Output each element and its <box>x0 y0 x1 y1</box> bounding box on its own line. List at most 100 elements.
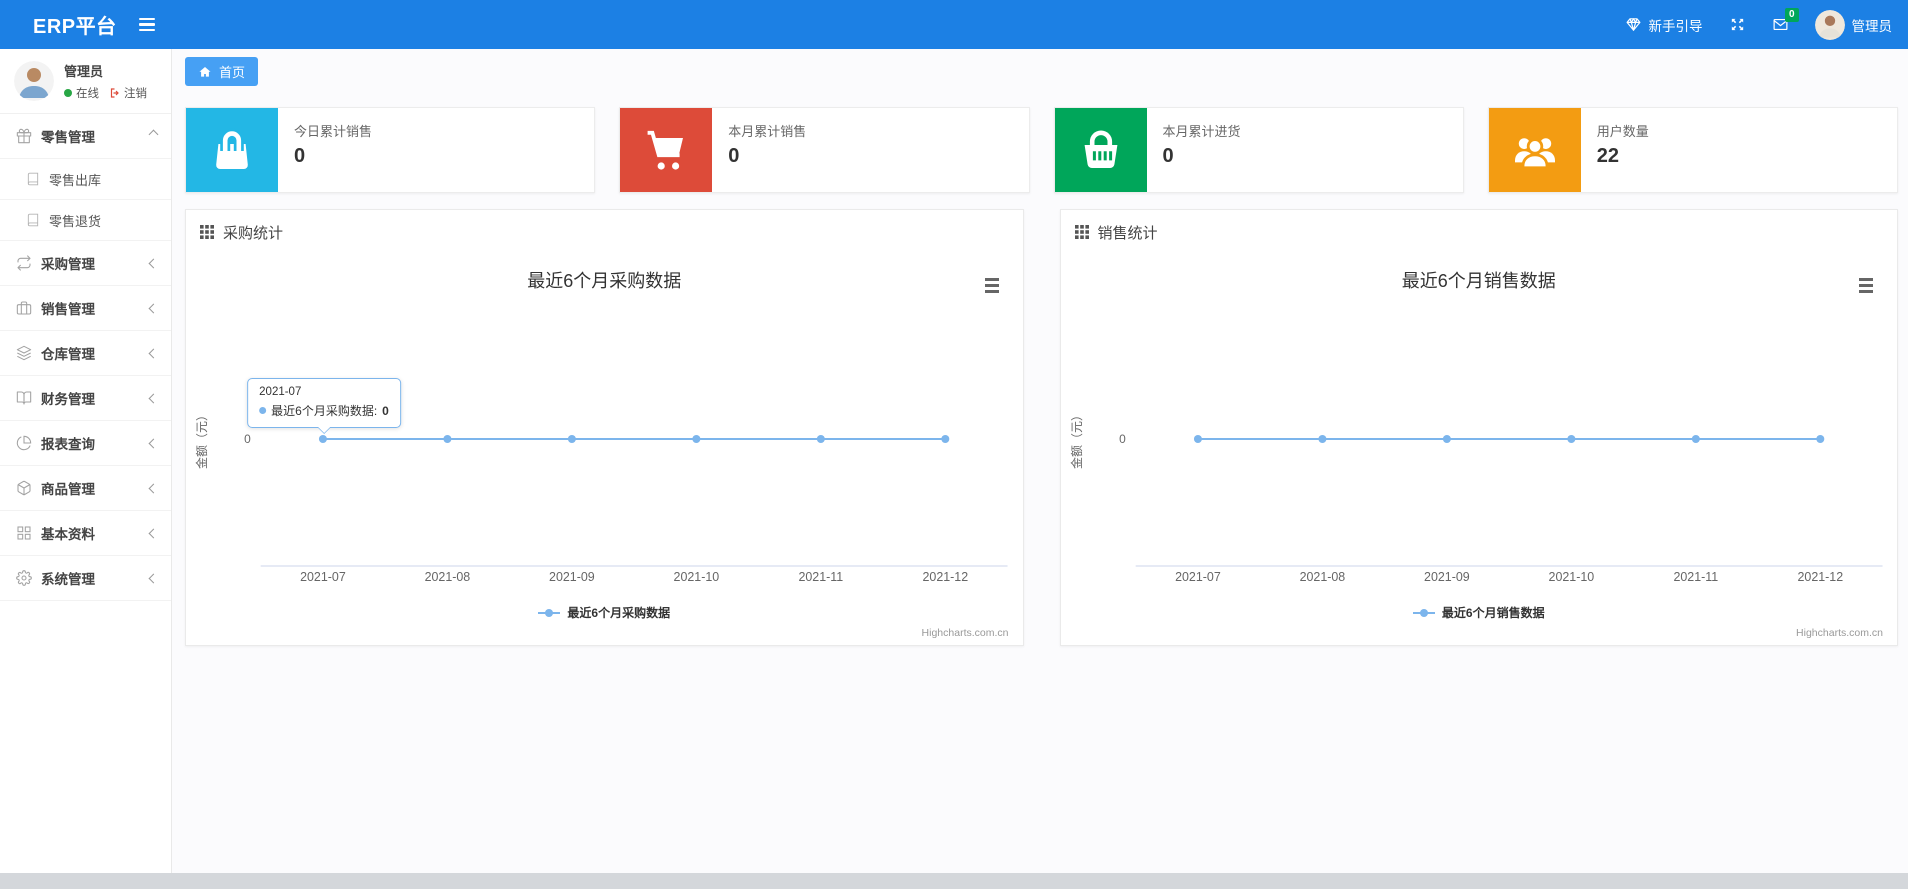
panel-heading: 采购统计 <box>223 224 284 242</box>
svg-text:2021-12: 2021-12 <box>1797 570 1843 584</box>
sign-out-icon <box>110 88 119 98</box>
sidebar-item-warehouse[interactable]: 仓库管理 <box>0 331 171 376</box>
sidebar-item-retail-outbound[interactable]: 零售出库 <box>0 159 171 200</box>
th-grid-icon <box>200 225 214 239</box>
fullscreen-button[interactable] <box>1729 16 1746 33</box>
chart-legend-item[interactable]: 最近6个月采购数据 <box>186 604 1023 621</box>
stat-value: 0 <box>728 145 740 167</box>
profile-name: 管理员 <box>64 64 104 79</box>
sidebar-item-finance[interactable]: 财务管理 <box>0 376 171 421</box>
chart-context-menu-button[interactable] <box>1857 276 1875 295</box>
book-icon <box>27 172 39 186</box>
purchase-chart: 最近6个月采购数据 2021-07 2021-08 2021-09 2021-10 20… <box>186 254 1023 645</box>
svg-text:金额（元）: 金额（元） <box>1068 409 1083 469</box>
content-area: 首页 今日累计销售 0 本月累计销售 0 本月累计进货 0 用户数量 22 采购… <box>172 49 1908 873</box>
stat-label: 用户数量 <box>1596 124 1649 139</box>
stat-cards-row: 今日累计销售 0 本月累计销售 0 本月累计进货 0 用户数量 22 <box>185 107 1898 193</box>
grid-icon <box>17 526 31 540</box>
stat-label: 本月累计销售 <box>728 124 807 139</box>
stat-label: 今日累计销售 <box>294 124 373 139</box>
home-icon <box>199 66 211 77</box>
sales-chart: 最近6个月销售数据 2021-07 2021-08 2021-09 2021-10 20… <box>1061 254 1898 645</box>
logout-link[interactable]: 注销 <box>109 85 147 101</box>
guide-button[interactable]: 新手引导 <box>1625 15 1703 35</box>
chevron-left-icon <box>148 438 159 448</box>
tooltip-date: 2021-07 <box>259 386 302 398</box>
stat-card-month-purchases: 本月累计进货 0 <box>1053 107 1464 193</box>
repeat-icon <box>17 255 31 271</box>
svg-text:2021-09: 2021-09 <box>549 570 595 584</box>
sidebar-item-basic-data[interactable]: 基本资料 <box>0 511 171 556</box>
chart-credits[interactable]: Highcharts.com.cn <box>1796 627 1883 639</box>
sidebar-item-products[interactable]: 商品管理 <box>0 466 171 511</box>
chevron-left-icon <box>148 258 159 268</box>
svg-text:2021-10: 2021-10 <box>1548 570 1594 584</box>
gear-icon <box>16 570 32 586</box>
line-chart-plot: 2021-07 2021-08 2021-09 2021-10 2021-11 2021-… <box>1068 409 1883 584</box>
box-icon <box>17 480 31 496</box>
legend-marker-icon <box>538 608 561 617</box>
series-dot-icon <box>259 407 267 414</box>
messages-count-badge: 0 <box>1784 8 1799 22</box>
pie-chart-icon <box>16 435 32 451</box>
svg-text:金额（元）: 金额（元） <box>194 409 209 469</box>
sidebar-item-purchase[interactable]: 采购管理 <box>0 241 171 286</box>
chevron-left-icon <box>148 348 159 358</box>
sidebar-item-system[interactable]: 系统管理 <box>0 556 171 601</box>
chart-title: 最近6个月采购数据 <box>527 271 682 291</box>
shopping-bag-icon <box>186 108 278 192</box>
tooltip-series-label: 最近6个月采购数据: <box>271 404 378 418</box>
legend-label: 最近6个月采购数据 <box>567 606 671 620</box>
sidebar-profile: 管理员 在线 注销 <box>0 49 171 114</box>
messages-button[interactable]: 0 <box>1772 8 1799 33</box>
charts-row: 采购统计 最近6个月采购数据 2021-07 2021-08 2021-09 2021… <box>185 209 1898 646</box>
sales-stats-panel: 销售统计 最近6个月销售数据 2021-07 2021-08 2021-09 2021… <box>1059 209 1898 646</box>
chart-credits[interactable]: Highcharts.com.cn <box>922 627 1009 639</box>
legend-marker-icon <box>1412 608 1435 617</box>
svg-text:2021-08: 2021-08 <box>1299 570 1345 584</box>
chart-context-menu-button[interactable] <box>983 276 1001 295</box>
profile-avatar <box>14 61 54 101</box>
svg-text:2021-11: 2021-11 <box>1673 570 1718 584</box>
svg-text:0: 0 <box>1119 432 1126 446</box>
user-avatar <box>1814 9 1845 40</box>
gem-icon <box>1626 18 1640 31</box>
briefcase-icon <box>16 301 32 315</box>
stat-card-user-count: 用户数量 22 <box>1487 107 1898 193</box>
layers-icon <box>16 345 32 361</box>
sidebar-item-sales[interactable]: 销售管理 <box>0 286 171 331</box>
chart-title: 最近6个月销售数据 <box>1401 271 1556 291</box>
stat-label: 本月累计进货 <box>1162 124 1241 139</box>
chevron-left-icon <box>148 528 159 538</box>
sidebar-toggle-button[interactable] <box>138 17 155 32</box>
chart-tooltip: 2021-07 最近6个月采购数据: 0 <box>247 378 401 434</box>
sidebar-item-retail[interactable]: 零售管理 <box>0 114 171 159</box>
tooltip-value: 0 <box>382 403 389 418</box>
fullscreen-icon <box>1731 18 1743 31</box>
top-navbar: ERP平台 新手引导 0 管理员 <box>0 0 1908 49</box>
shopping-cart-icon <box>620 108 713 192</box>
tab-home[interactable]: 首页 <box>185 57 259 86</box>
line-chart-plot: 2021-07 2021-08 2021-09 2021-10 2021-11 2021-… <box>194 409 1008 584</box>
chevron-left-icon <box>148 573 159 583</box>
panel-heading: 销售统计 <box>1097 224 1158 242</box>
stat-value: 0 <box>1162 145 1174 167</box>
purchase-stats-panel: 采购统计 最近6个月采购数据 2021-07 2021-08 2021-09 2021… <box>185 209 1024 646</box>
shopping-basket-icon <box>1054 108 1147 192</box>
svg-text:2021-10: 2021-10 <box>674 570 720 584</box>
svg-text:2021-12: 2021-12 <box>922 570 968 584</box>
svg-text:2021-09: 2021-09 <box>1424 570 1470 584</box>
sidebar-item-reports[interactable]: 报表查询 <box>0 421 171 466</box>
legend-label: 最近6个月销售数据 <box>1441 606 1545 620</box>
sidebar-item-retail-return[interactable]: 零售退货 <box>0 200 171 241</box>
user-menu[interactable]: 管理员 <box>1814 9 1892 40</box>
chevron-down-icon <box>148 129 159 140</box>
book-icon <box>27 213 39 227</box>
chart-legend-item[interactable]: 最近6个月销售数据 <box>1061 604 1898 621</box>
stat-value: 22 <box>1596 145 1619 167</box>
th-grid-icon <box>1074 225 1089 239</box>
chevron-left-icon <box>148 483 159 493</box>
sidebar: 管理员 在线 注销 零售管理 零售出库 零售退货 采购管理 销售管理 仓库管理 … <box>0 49 172 873</box>
svg-text:2021-08: 2021-08 <box>425 570 471 584</box>
app-brand: ERP平台 <box>33 16 117 38</box>
